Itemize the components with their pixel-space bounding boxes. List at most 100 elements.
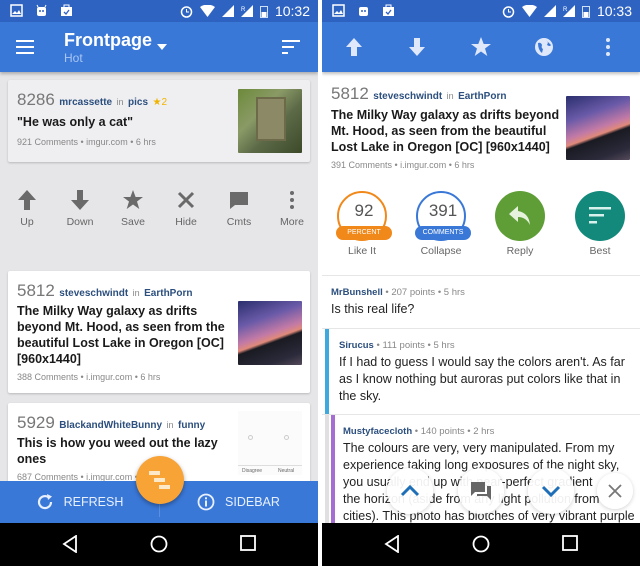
comments-circle: 391 COMMENTS [415,191,471,241]
more-button[interactable]: More [267,190,317,228]
stagger-bars-icon [149,471,170,489]
recents-icon[interactable] [562,535,578,551]
upvote-button[interactable]: Up [2,190,52,228]
post-meta: 5812 steveschwindt in EarthPorn [17,281,192,301]
star-icon[interactable] [470,36,492,58]
battery-icon [259,5,268,18]
upvote-percent-stat[interactable]: 92 PERCENT Like It [332,191,392,257]
back-icon[interactable] [62,535,78,553]
collapse-stat[interactable]: 391 COMMENTS Collapse [411,191,471,257]
post-meta: 8286 mrcassette in pics ★2 [17,90,167,110]
more-vert-icon[interactable] [597,36,619,58]
post-meta: 5929 BlackandWhiteBunny in funny [17,413,205,433]
post-thumbnail[interactable] [238,89,302,153]
close-nav-button[interactable] [597,473,633,509]
post-subreddit[interactable]: funny [178,420,205,431]
recents-icon[interactable] [240,535,256,551]
info-icon [197,493,215,511]
jump-comments-button[interactable] [458,468,504,514]
post-info: 391 Comments • i.imgur.com • 6 hrs [331,160,475,170]
post-meta: 5812 steveschwindt in EarthPorn [331,84,506,104]
reply-label: Reply [506,245,534,257]
post-toolbar [322,22,640,72]
subreddit-selector[interactable]: Frontpage Hot [64,29,152,65]
post-author[interactable]: mrcassette [59,97,112,108]
comment-author[interactable]: MrBunshell [331,287,383,298]
post-subreddit[interactable]: pics [128,97,148,108]
save-label: Save [121,216,145,228]
reply-circle [495,191,545,241]
in-label: in [132,288,140,298]
sort-icon [589,207,611,224]
globe-icon[interactable] [533,36,555,58]
gilded-badge: ★2 [152,97,168,108]
post-author[interactable]: steveschwindt [59,288,128,299]
arrow-down-icon[interactable] [406,36,428,58]
sort-icon[interactable] [282,40,300,54]
status-bar: R 10:32 [0,0,318,22]
arrow-down-icon [71,190,89,210]
post-author[interactable]: BlackandWhiteBunny [59,420,162,431]
title-line: Mt. Hood, as seen from the beautiful [331,124,547,138]
comment-header: Sirucus • 111 points • 5 hrs [339,340,455,351]
arrow-up-icon[interactable] [343,36,365,58]
percent-circle: 92 PERCENT [336,191,392,241]
comment[interactable]: Sirucus • 111 points • 5 hrs If I had to… [322,329,640,414]
post-thumbnail[interactable] [238,301,302,365]
reply-button[interactable]: Reply [490,191,550,257]
gallery-icon [10,4,23,17]
depth-indicator [325,329,329,414]
post-title: The Milky Way galaxy as drifts beyond Mt… [17,303,225,367]
post-title: The Milky Way galaxy as drifts beyond Mt… [331,107,559,155]
clock: 10:32 [274,3,310,19]
hide-label: Hide [175,216,197,228]
fab-button[interactable] [136,456,184,504]
post-subreddit[interactable]: EarthPorn [144,288,192,299]
comment-author[interactable]: Mustyfacecloth [343,426,412,437]
comment-icon [230,192,248,209]
comments-button[interactable]: Cmts [214,190,264,228]
post-score: 5812 [17,281,55,300]
more-label: More [280,216,304,228]
signal-icon [543,5,556,17]
hide-button[interactable]: Hide [161,190,211,228]
comments-icon [471,482,491,500]
caret-down-icon[interactable] [157,44,167,50]
post-card[interactable]: 8286 mrcassette in pics ★2 "He was only … [8,80,310,162]
clock: 10:33 [596,3,632,19]
title-line: Lost Lake in Oregon [OC] [960x1440] [331,140,550,154]
comment-header: MrBunshell • 207 points • 5 hrs [331,287,465,298]
save-button[interactable]: Save [108,190,158,228]
comment[interactable]: MrBunshell • 207 points • 5 hrs Is this … [322,276,640,328]
post-thumbnail[interactable]: Disagree Neutral [238,411,302,475]
home-icon[interactable] [150,535,168,553]
task-icon [61,4,72,16]
arrow-up-icon [18,190,36,210]
post-subreddit[interactable]: EarthPorn [458,91,506,102]
back-icon[interactable] [384,535,400,553]
in-label: in [446,91,454,101]
menu-icon[interactable] [16,40,34,54]
scale-dot [284,435,289,440]
comments-screen: R 10:33 5812 steveschwindt in EarthPorn … [322,0,640,566]
downvote-button[interactable]: Down [55,190,105,228]
comment-author[interactable]: Sirucus [339,340,374,351]
title-line: The Milky Way galaxy as drifts beyond [331,108,560,122]
title-line: ones [17,452,47,466]
comment-meta: • 207 points • 5 hrs [382,287,465,298]
svg-text:R: R [241,7,246,13]
signal-icon [221,5,234,17]
sort-subtitle: Hot [64,51,83,65]
prev-comment-button[interactable] [387,468,433,514]
refresh-icon [37,494,52,510]
post-author[interactable]: steveschwindt [373,91,442,102]
post-card[interactable]: 5812 steveschwindt in EarthPorn The Milk… [8,271,310,393]
star-icon [123,190,143,209]
gravestone-shape [256,97,286,141]
home-icon[interactable] [472,535,490,553]
reply-icon [509,206,530,225]
alarm-icon [180,5,193,18]
sort-best-button[interactable]: Best [570,191,630,257]
post-thumbnail[interactable] [566,96,630,160]
next-comment-button[interactable] [528,468,574,514]
